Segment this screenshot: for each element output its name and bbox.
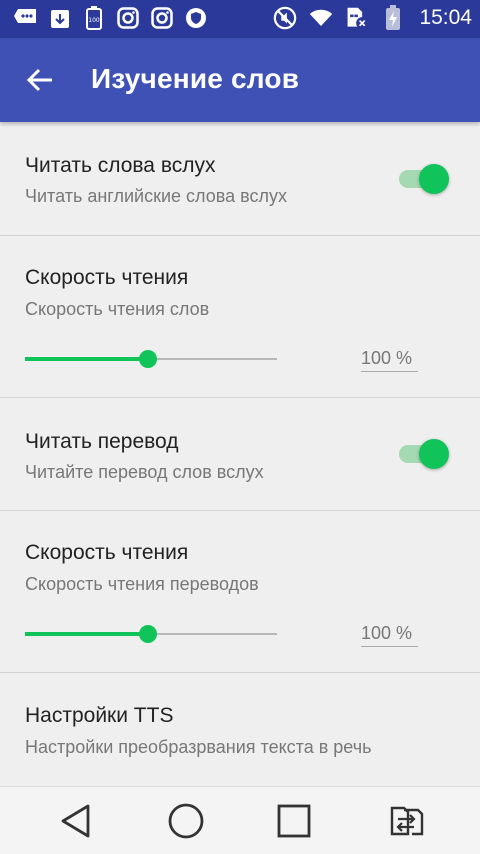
setting-title: Читать слова вслух bbox=[25, 154, 216, 177]
wifi-icon bbox=[309, 6, 333, 30]
status-bar: 100 15:04 bbox=[0, 0, 480, 38]
setting-title: Скорость чтения bbox=[25, 266, 189, 289]
setting-read-translation[interactable]: Читать перевод Читайте перевод слов вслу… bbox=[0, 398, 480, 511]
setting-subtitle: Настройки преобразрвания текста в речь bbox=[25, 737, 372, 757]
battery-charging-icon bbox=[381, 5, 405, 30]
slider-fill bbox=[25, 357, 149, 361]
setting-subtitle: Скорость чтения переводов bbox=[25, 574, 259, 594]
nav-switch-sim-button[interactable] bbox=[380, 797, 428, 845]
reading-speed-translations-value: 100 % bbox=[361, 623, 418, 647]
setting-reading-speed-translations: Скорость чтения Скорость чтения переводо… bbox=[0, 511, 480, 673]
read-words-aloud-switch[interactable] bbox=[397, 164, 453, 194]
switch-thumb bbox=[419, 439, 449, 469]
message-icon bbox=[14, 6, 38, 30]
app-bar: Изучение слов bbox=[0, 38, 480, 122]
nav-recents-button[interactable] bbox=[270, 797, 318, 845]
nav-back-button[interactable] bbox=[52, 797, 100, 845]
reading-speed-words-value: 100 % bbox=[361, 348, 418, 372]
nav-home-button[interactable] bbox=[162, 797, 210, 845]
page-title: Изучение слов bbox=[91, 63, 300, 94]
shield-icon bbox=[184, 6, 208, 30]
no-sound-icon bbox=[273, 6, 297, 30]
switch-thumb bbox=[419, 164, 449, 194]
setting-title: Читать перевод bbox=[25, 430, 179, 453]
reading-speed-translations-slider[interactable] bbox=[25, 622, 277, 646]
setting-subtitle: Скорость чтения слов bbox=[25, 299, 210, 319]
setting-reading-speed-words: Скорость чтения Скорость чтения слов 100… bbox=[0, 236, 480, 398]
setting-title: Скорость чтения bbox=[25, 541, 189, 564]
recents-nav-icon bbox=[277, 804, 311, 838]
download-icon bbox=[48, 6, 72, 30]
setting-subtitle: Читать английские слова вслух bbox=[25, 186, 287, 206]
slider-fill bbox=[25, 632, 149, 636]
slider-knob[interactable] bbox=[139, 625, 158, 643]
sim-off-icon bbox=[345, 6, 369, 30]
battery-100-icon: 100 bbox=[82, 6, 106, 30]
navigation-bar bbox=[0, 786, 480, 854]
switch-sim-icon bbox=[390, 806, 424, 836]
instagram-icon bbox=[150, 6, 174, 30]
read-translation-switch[interactable] bbox=[397, 439, 453, 469]
setting-read-words-aloud[interactable]: Читать слова вслух Читать английские сло… bbox=[0, 122, 480, 236]
instagram-icon bbox=[116, 6, 140, 30]
setting-subtitle: Читайте перевод слов вслух bbox=[25, 462, 264, 482]
reading-speed-words-slider[interactable] bbox=[25, 347, 277, 371]
back-button[interactable] bbox=[20, 60, 60, 100]
setting-title: Настройки TTS bbox=[25, 704, 174, 727]
back-arrow-icon bbox=[26, 68, 52, 92]
slider-knob[interactable] bbox=[139, 350, 158, 368]
battery-100-label: 100 bbox=[88, 17, 100, 24]
home-nav-icon bbox=[168, 803, 204, 839]
status-time: 15:04 bbox=[419, 6, 472, 29]
back-nav-icon bbox=[61, 804, 90, 838]
setting-tts[interactable]: Настройки TTS Настройки преобразрвания т… bbox=[0, 673, 480, 786]
